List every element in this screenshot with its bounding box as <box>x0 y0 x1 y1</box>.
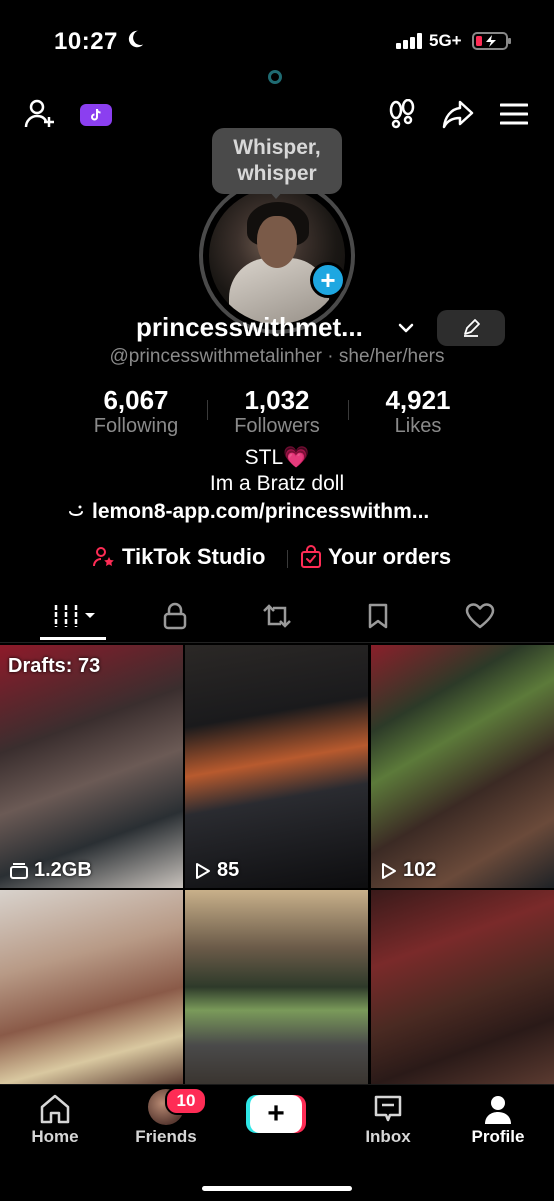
add-friend-button[interactable] <box>22 96 58 132</box>
edit-profile-button[interactable] <box>437 310 505 346</box>
note-bubble-tail <box>268 190 284 199</box>
stat-followers[interactable]: 1,032 Followers <box>212 386 342 438</box>
nav-friends-label: Friends <box>135 1127 197 1146</box>
home-icon <box>40 1094 70 1124</box>
profile-views-button[interactable] <box>384 96 420 132</box>
nav-profile-label: Profile <box>471 1127 525 1146</box>
bookmark-icon <box>368 603 388 629</box>
studio-label: TikTok Studio <box>122 544 266 569</box>
video-thumbnail[interactable] <box>371 890 554 1084</box>
bio-line-1: STL💗 <box>244 446 310 469</box>
stat-likes[interactable]: 4,921 Likes <box>353 386 483 438</box>
lemon8-smile-icon <box>69 505 83 516</box>
video-thumbnail[interactable] <box>0 890 183 1084</box>
tiktok-logo-icon <box>91 108 101 121</box>
create-button[interactable]: + <box>246 1095 306 1133</box>
hamburger-icon <box>500 103 528 125</box>
video-size: 1.2GB <box>10 859 92 882</box>
add-story-button[interactable]: + <box>310 262 346 298</box>
play-icon <box>382 862 396 879</box>
nav-inbox[interactable]: Inbox <box>333 1085 443 1147</box>
inbox-icon <box>374 1095 402 1122</box>
tiktok-shop-button[interactable] <box>80 104 112 126</box>
video-thumbnail[interactable]: 85 <box>185 645 368 888</box>
drafts-tile[interactable]: Drafts: 73 1.2GB <box>0 645 183 888</box>
play-icon <box>196 862 210 879</box>
drafts-count: Drafts: 73 <box>8 655 101 677</box>
status-time: 10:27 <box>54 28 118 55</box>
heart-icon <box>465 603 495 629</box>
tiktok-studio-link[interactable]: TikTok Studio <box>92 544 265 570</box>
view-count: 85 <box>195 859 239 882</box>
bottom-nav: Home Friends 10 + Inbox Profile <box>0 1084 554 1201</box>
share-icon <box>442 100 474 129</box>
plus-icon: + <box>250 1095 302 1133</box>
tab-divider <box>0 642 554 643</box>
tab-favorites[interactable] <box>348 598 408 634</box>
menu-button[interactable] <box>496 96 532 132</box>
chevron-down-icon[interactable] <box>396 318 416 338</box>
share-profile-button[interactable] <box>440 96 476 132</box>
stat-value: 4,921 <box>385 385 451 415</box>
note-text: Whisper, whisper <box>233 136 321 185</box>
signal-icon <box>396 33 422 49</box>
lock-icon <box>163 602 187 630</box>
network-label: 5G+ <box>429 31 462 50</box>
studio-person-star-icon <box>93 547 114 567</box>
footprints-icon <box>389 99 415 129</box>
tab-private[interactable] <box>145 598 205 634</box>
shopping-bag-icon <box>301 545 321 568</box>
actions-divider <box>287 550 288 568</box>
orders-label: Your orders <box>328 544 452 569</box>
note-bubble[interactable]: Whisper, whisper <box>212 128 342 194</box>
home-indicator <box>202 1186 352 1191</box>
tab-liked[interactable] <box>450 598 510 634</box>
grid-icon <box>54 605 95 627</box>
repost-icon <box>263 604 291 628</box>
add-user-icon <box>24 99 54 128</box>
tab-videos[interactable] <box>43 598 103 634</box>
stat-divider <box>207 400 208 420</box>
nav-inbox-label: Inbox <box>365 1127 411 1146</box>
friends-notification-badge: 10 <box>165 1087 207 1115</box>
battery-icon <box>472 32 511 50</box>
stat-label: Followers <box>234 415 320 437</box>
view-count-text: 102 <box>403 859 437 881</box>
video-thumbnail[interactable] <box>185 890 368 1084</box>
view-count: 102 <box>381 859 436 882</box>
nav-profile[interactable]: Profile <box>443 1085 553 1147</box>
bio-line-2: Im a Bratz doll <box>209 472 345 495</box>
profile-name[interactable]: princesswithmet... <box>136 312 363 343</box>
video-thumbnail[interactable]: 102 <box>371 645 554 888</box>
tab-reposts[interactable] <box>247 598 307 634</box>
active-tab-indicator <box>40 637 106 640</box>
your-orders-link[interactable]: Your orders <box>300 544 451 570</box>
story-indicator <box>268 70 282 84</box>
profile-handle: @princesswithmetalinher · she/her/hers <box>109 346 445 367</box>
nav-home[interactable]: Home <box>0 1085 110 1147</box>
video-size-text: 1.2GB <box>34 859 92 881</box>
stat-following[interactable]: 6,067 Following <box>71 386 201 438</box>
profile-icon <box>485 1096 511 1124</box>
stat-label: Likes <box>394 415 442 437</box>
stat-divider <box>348 400 349 420</box>
stat-label: Following <box>93 415 179 437</box>
profile-link-text: lemon8-app.com/princesswithm... <box>92 500 430 523</box>
folder-icon <box>10 862 28 879</box>
nav-home-label: Home <box>31 1127 79 1146</box>
pencil-icon <box>464 319 480 337</box>
stat-value: 6,067 <box>103 385 169 415</box>
moon-icon <box>128 30 144 48</box>
profile-link[interactable]: lemon8-app.com/princesswithm... <box>66 500 429 524</box>
stat-value: 1,032 <box>244 385 310 415</box>
view-count-text: 85 <box>217 859 240 881</box>
